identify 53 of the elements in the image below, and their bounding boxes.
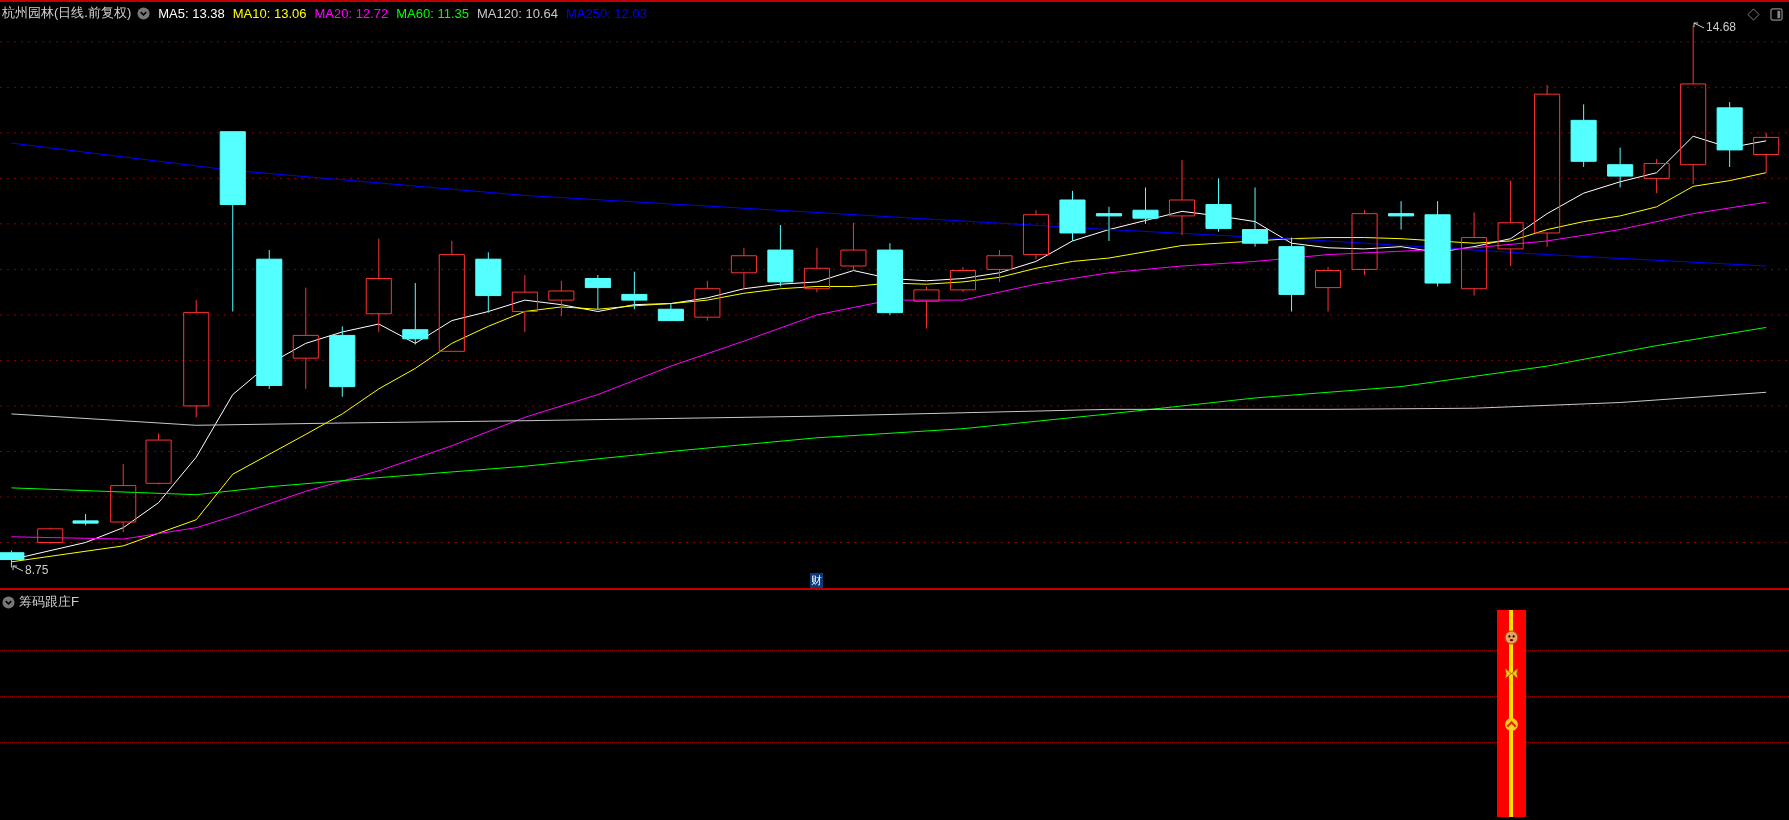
falling-candlestick — [1570, 103, 1597, 168]
pointer-arrow-icon — [1693, 22, 1705, 30]
panel-toggle-icon[interactable] — [1770, 8, 1783, 21]
rising-candlestick — [913, 285, 940, 330]
falling-candlestick — [1205, 177, 1232, 233]
falling-candlestick — [584, 274, 611, 310]
falling-candlestick — [1388, 200, 1415, 231]
rising-candlestick — [986, 249, 1013, 283]
rising-candlestick — [730, 247, 757, 291]
rising-candlestick — [949, 266, 976, 293]
falling-candlestick — [767, 224, 794, 287]
finance-badge[interactable]: 财 — [810, 573, 823, 588]
rising-candlestick — [1315, 266, 1342, 312]
falling-candlestick — [621, 271, 648, 310]
rising-candlestick — [511, 274, 538, 333]
rising-candlestick — [145, 432, 172, 485]
moving-average-label: MA250: 12.03 — [565, 5, 647, 21]
pointer-arrow-icon — [12, 565, 24, 573]
indicator-title: 筹码跟庄F — [19, 593, 79, 611]
rising-candlestick — [37, 527, 64, 545]
falling-candlestick — [0, 549, 25, 568]
up-chevron-icon — [1504, 717, 1519, 732]
falling-candlestick — [1242, 186, 1269, 248]
falling-candlestick — [1095, 206, 1123, 242]
moving-average-label: MA20: 12.72 — [314, 5, 389, 21]
rising-candlestick — [1351, 209, 1378, 276]
rising-candlestick — [548, 280, 575, 317]
falling-candlestick — [1132, 186, 1159, 225]
low-price-marker: 8.75 — [25, 563, 49, 577]
rising-candlestick — [1022, 209, 1050, 260]
falling-candlestick — [657, 303, 684, 322]
falling-candlestick — [1059, 190, 1086, 242]
falling-candlestick — [475, 251, 502, 314]
smiley-face-icon — [1504, 630, 1519, 645]
chevron-down-icon[interactable] — [137, 6, 151, 20]
rising-candlestick — [840, 222, 867, 272]
rising-candlestick — [694, 280, 721, 322]
falling-candlestick — [1716, 101, 1743, 168]
falling-candlestick — [1607, 147, 1634, 188]
falling-candlestick — [72, 513, 99, 526]
moving-average-label: MA120: 10.64 — [477, 5, 558, 21]
moving-average-label: MA10: 13.06 — [232, 5, 307, 21]
rising-candlestick — [110, 463, 137, 533]
butterfly-icon — [1504, 666, 1519, 681]
rising-candlestick — [803, 247, 830, 293]
rising-candlestick — [1753, 132, 1780, 174]
moving-average-label: MA5: 13.38 — [158, 5, 225, 21]
chart-title: 杭州园林(日线.前复权) — [2, 4, 132, 22]
rising-candlestick — [1643, 158, 1670, 194]
falling-candlestick — [402, 282, 429, 345]
chevron-down-icon[interactable] — [2, 595, 15, 609]
high-price-marker: 14.68 — [1706, 20, 1737, 34]
moving-average-label: MA60: 11.35 — [396, 5, 469, 21]
